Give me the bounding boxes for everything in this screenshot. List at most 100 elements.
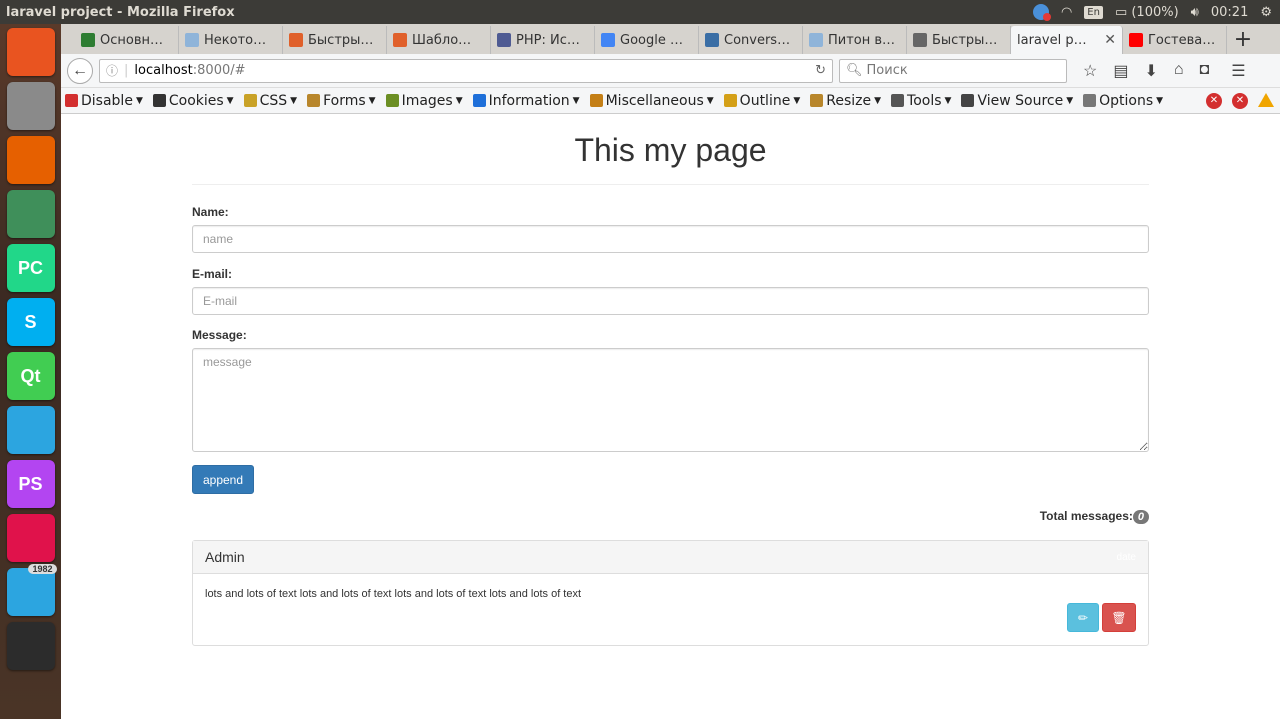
tab-favicon-icon (809, 33, 823, 47)
webdev-menu-icon (472, 94, 486, 107)
webdev-menu-information[interactable]: Information ▼ (472, 93, 580, 109)
files-icon[interactable] (6, 82, 55, 130)
toolbar-status-icons: ✕ ✕ (1206, 92, 1276, 109)
chevron-down-icon: ▼ (793, 95, 801, 106)
browser-tab[interactable]: Основн… (75, 26, 179, 54)
total-messages-label: Total messages: (1039, 509, 1133, 523)
tab-list: Основн… Некото… Быстры… Шабло… PHP: Ис… Googl… (61, 24, 1227, 54)
browser-tab[interactable]: Некото… (179, 26, 283, 54)
system-top-panel: laravel project - Mozilla Firefox ◠ En ▭… (0, 0, 1280, 24)
wifi-icon[interactable]: ◠ (1061, 5, 1072, 20)
battery-indicator[interactable]: ▭ (100%) (1115, 5, 1179, 20)
notification-icon[interactable] (1032, 4, 1051, 21)
webdev-menu-icon (385, 94, 399, 107)
message-textarea[interactable] (192, 348, 1149, 452)
css-error-icon[interactable]: ✕ (1206, 92, 1222, 109)
phpstorm-icon[interactable]: PS (6, 460, 55, 508)
message-card-header: Admin date (193, 541, 1148, 574)
webdev-menu-disable[interactable]: Disable ▼ (65, 93, 143, 109)
keyboard-layout[interactable]: En (1084, 5, 1103, 19)
telegram-2-icon[interactable]: 1982 (6, 564, 57, 616)
tab-close-icon[interactable]: ✕ (1104, 32, 1116, 48)
clock[interactable]: 00:21 (1211, 5, 1248, 20)
pocket-icon[interactable]: ◘ (1200, 61, 1210, 81)
webdev-menu-view-source[interactable]: View Source ▼ (961, 93, 1073, 109)
email-input[interactable] (192, 287, 1149, 315)
pycharm-icon[interactable]: PC (6, 244, 55, 292)
settings-gear-icon[interactable]: ⚙ (1260, 5, 1272, 20)
webdev-menu-css[interactable]: CSS ▼ (243, 92, 297, 109)
browser-tab[interactable]: laravel p… ✕ (1011, 26, 1123, 54)
webdev-menu-label: View Source (977, 92, 1064, 109)
webdev-menu-options[interactable]: Options ▼ (1083, 93, 1163, 109)
webdev-menu-resize[interactable]: Resize ▼ (810, 93, 881, 109)
telegram-icon[interactable] (6, 406, 55, 454)
total-messages-badge: 0 (1132, 510, 1149, 524)
webdev-menu-outline[interactable]: Outline ▼ (723, 93, 801, 109)
window-title: laravel project - Mozilla Firefox (6, 4, 235, 20)
url-separator: | (124, 63, 129, 78)
firefox-icon[interactable] (6, 136, 55, 184)
nav-bar: ← ⓘ | localhost:8000/# ↻ 🔍︎ Поиск ☆ ▤ ⬇ … (61, 54, 1280, 88)
url-host: localhost (134, 63, 193, 78)
browser-tab[interactable]: Питон в… (803, 26, 907, 54)
downloads-icon[interactable]: ⬇ (1144, 61, 1157, 81)
bookmark-star-icon[interactable]: ☆ (1083, 61, 1097, 81)
url-path: :8000/# (192, 63, 246, 78)
browser-tab[interactable]: PHP: Ис… (491, 26, 595, 54)
ubuntu-dash-icon[interactable] (6, 28, 55, 76)
web-developer-toolbar: Disable ▼ Cookies ▼ CSS ▼ Forms ▼ Images ▼ Informa… (61, 88, 1280, 114)
delete-message-button[interactable]: 🗑 (1102, 603, 1136, 632)
menu-hamburger-icon[interactable]: ☰ (1231, 61, 1245, 81)
url-bar[interactable]: ⓘ | localhost:8000/# ↻ (99, 58, 833, 83)
home-icon[interactable]: ⌂ (1174, 61, 1184, 81)
name-input[interactable] (192, 225, 1149, 253)
webdev-menu-label: CSS (259, 92, 288, 109)
message-card: Admin date lots and lots of text lots an… (192, 540, 1149, 646)
message-label: Message: (192, 328, 247, 342)
email-label: E-mail: (192, 267, 233, 281)
browser-tab[interactable]: Быстры… (283, 26, 387, 54)
tab-label: Google … (620, 32, 683, 48)
firefox-window: Основн… Некото… Быстры… Шабло… PHP: Ис… Googl… (61, 24, 1280, 719)
edit-message-button[interactable]: ✏ (1067, 603, 1099, 632)
tab-label: Быстры… (932, 32, 998, 48)
chevron-down-icon: ▼ (1066, 95, 1074, 106)
append-button[interactable]: append (192, 465, 254, 494)
search-bar[interactable]: 🔍︎ Поиск (839, 58, 1067, 83)
warning-icon[interactable] (1258, 92, 1274, 107)
browser-tab[interactable]: Быстры… (907, 26, 1011, 54)
browser-tab[interactable]: Шабло… (387, 26, 491, 54)
atom-icon[interactable] (6, 190, 55, 238)
tab-label: Шабло… (412, 32, 472, 48)
site-info-icon[interactable]: ⓘ (106, 62, 118, 79)
total-row: Total messages: 0 (192, 509, 1149, 524)
new-tab-button[interactable]: + (1227, 26, 1259, 54)
page-title: This my page (192, 118, 1149, 185)
git-client-icon[interactable] (6, 514, 55, 562)
browser-tab[interactable]: Гостева… (1123, 26, 1227, 54)
reading-list-icon[interactable]: ▤ (1113, 61, 1128, 81)
reload-icon[interactable]: ↻ (815, 63, 826, 78)
browser-tab[interactable]: Convers… (699, 26, 803, 54)
page-container: This my page (192, 118, 1149, 185)
webdev-menu-miscellaneous[interactable]: Miscellaneous ▼ (589, 93, 714, 109)
js-error-icon[interactable]: ✕ (1232, 92, 1248, 109)
volume-icon[interactable]: 🔊︎ (1191, 5, 1199, 20)
terminal-icon[interactable] (6, 622, 55, 670)
skype-icon[interactable]: S (6, 298, 55, 346)
back-button[interactable]: ← (67, 57, 93, 84)
webdev-menu-label: Forms (323, 92, 366, 109)
webdev-menu-label: Tools (907, 92, 942, 109)
webdev-menu-icon (810, 94, 824, 107)
browser-tab[interactable]: Google … (595, 26, 699, 54)
webdev-menu-icon (243, 94, 257, 107)
chevron-down-icon: ▼ (455, 95, 463, 106)
tab-favicon-icon (185, 33, 199, 47)
web-page: This my page Name: E-mail: Message: appe… (61, 118, 1280, 719)
webdev-menu-forms[interactable]: Forms ▼ (307, 92, 376, 109)
webdev-menu-tools[interactable]: Tools ▼ (891, 93, 951, 109)
webdev-menu-cookies[interactable]: Cookies ▼ (152, 93, 234, 109)
qt-icon[interactable]: Qt (6, 352, 55, 400)
webdev-menu-images[interactable]: Images ▼ (385, 93, 463, 109)
